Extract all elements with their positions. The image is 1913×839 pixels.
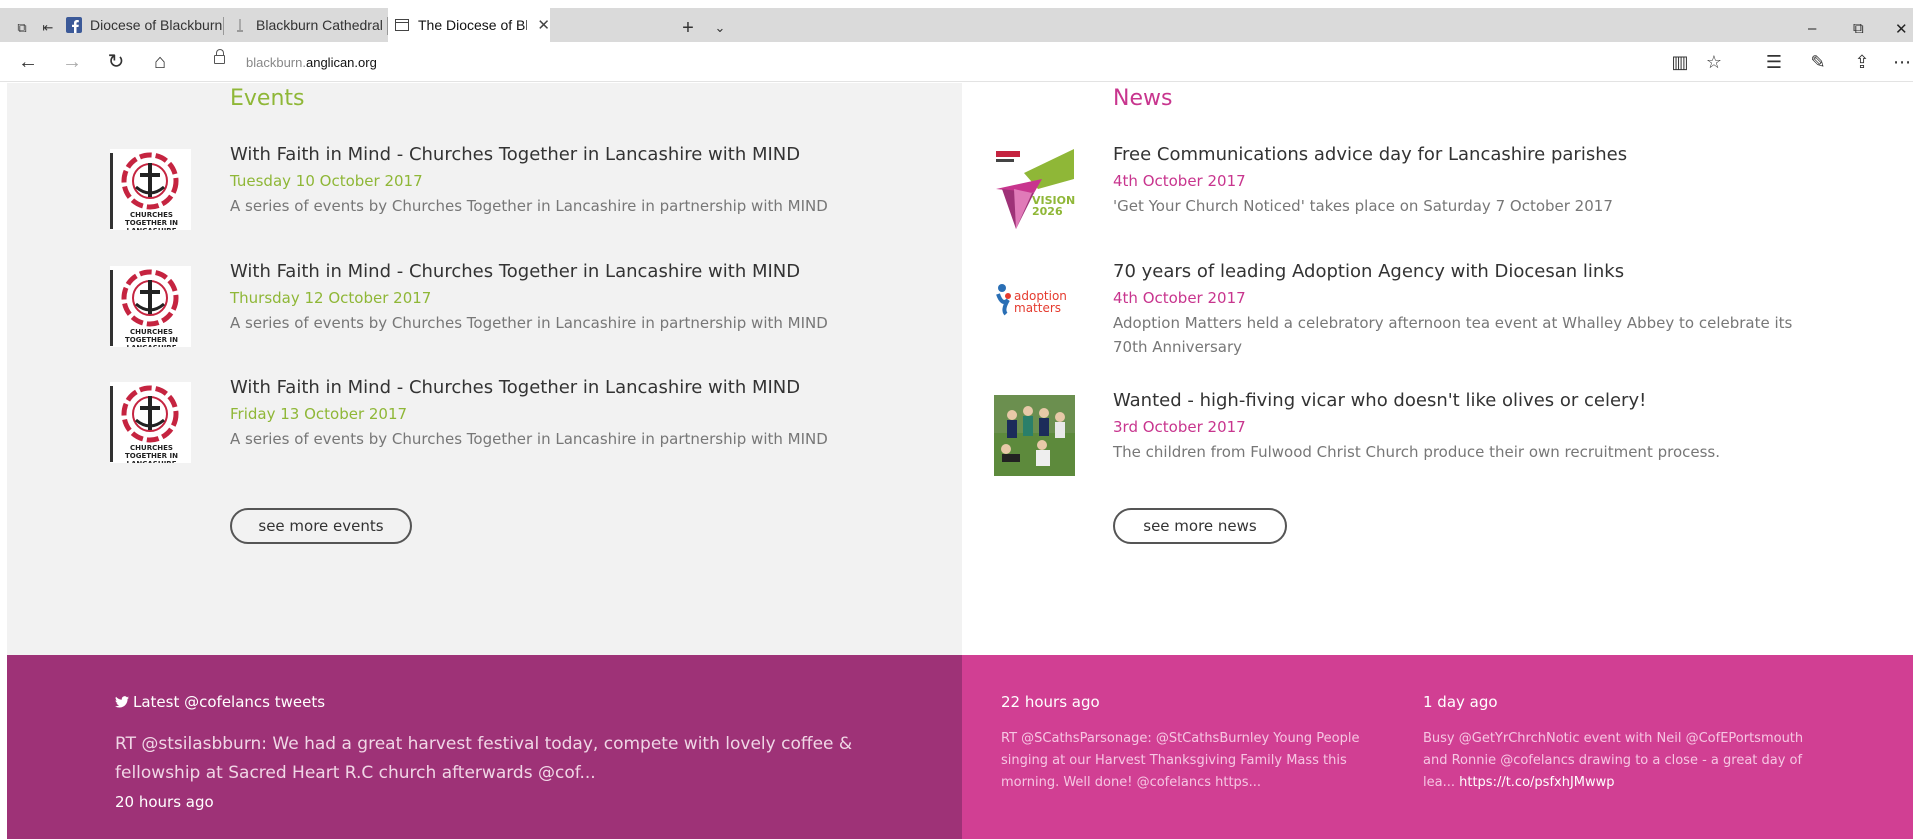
pen-icon[interactable]: ✎ [1806, 50, 1830, 74]
minimize-icon[interactable]: – [1808, 20, 1816, 37]
tweet-text: RT @SCathsParsonage: @StCathsBurnley You… [1001, 728, 1401, 794]
news-desc: Adoption Matters held a celebratory afte… [1113, 314, 1793, 356]
news-heading: News [1113, 86, 1173, 111]
tweet-time: 20 hours ago [115, 793, 214, 811]
event-title[interactable]: With Faith in Mind - Churches Together i… [230, 377, 800, 398]
tab-diocese-blackburn[interactable]: The Diocese of Blackburn ✕ [388, 8, 550, 42]
news-title[interactable]: 70 years of leading Adoption Agency with… [1113, 261, 1624, 282]
see-more-events-button[interactable]: see more events [230, 508, 412, 544]
event-date: Thursday 12 October 2017 [230, 289, 432, 307]
chevron-down-icon[interactable]: ⌄ [710, 20, 730, 36]
tweet-time: 22 hours ago [1001, 693, 1100, 711]
event-desc: A series of events by Churches Together … [230, 430, 828, 448]
tab-diocese-vision[interactable]: Diocese of Blackburn Vision [64, 8, 224, 42]
refresh-icon[interactable]: ↻ [104, 50, 128, 74]
tweets-panel-right: 22 hours ago RT @SCathsParsonage: @StCat… [962, 655, 1913, 839]
news-column [962, 83, 1913, 655]
tweet-text-body: RT @SCathsParsonage: @StCathsBurnley You… [1001, 731, 1360, 790]
document-icon [395, 19, 409, 31]
tab-blackburn-cathedral[interactable]: Blackburn Cathedral | Good [228, 8, 388, 42]
ctil-logo-text: CHURCHES TOGETHER IN LANCASHIRE [125, 211, 178, 230]
news-desc: 'Get Your Church Noticed' takes place on… [1113, 197, 1613, 215]
more-icon[interactable]: ⋯ [1890, 50, 1913, 74]
tweets-panel-left: Latest @cofelancs tweets RT @stsilasbbur… [7, 655, 962, 839]
tweet-time: 1 day ago [1423, 693, 1498, 711]
adoption-logo-text: adoption matters [1014, 289, 1067, 315]
restore-icon[interactable]: ⧉ [1853, 20, 1864, 37]
home-icon[interactable]: ⌂ [148, 50, 172, 74]
tab-label: The Diocese of Blackburn [418, 17, 528, 33]
event-title[interactable]: With Faith in Mind - Churches Together i… [230, 144, 800, 165]
ctil-logo: CHURCHES TOGETHER IN LANCASHIRE [110, 382, 191, 463]
event-desc: A series of events by Churches Together … [230, 197, 828, 215]
see-more-news-button[interactable]: see more news [1113, 508, 1287, 544]
adoption-matters-logo: adoption matters [994, 266, 1075, 347]
ctil-logo-text: CHURCHES TOGETHER IN LANCASHIRE [125, 328, 178, 347]
page: Events News CHURCHES TOGETHER IN LANCASH… [7, 83, 1913, 839]
url-field[interactable]: blackburn. anglican.org [200, 48, 1710, 76]
children-photo [994, 395, 1075, 476]
url-host: anglican.org [305, 54, 377, 70]
show-tabs-icon[interactable]: ⇤ [38, 20, 58, 36]
favorites-hub-icon[interactable]: ☰ [1762, 50, 1786, 74]
share-icon[interactable]: ⇪ [1850, 50, 1874, 74]
reading-view-icon[interactable]: ▥ [1668, 50, 1692, 74]
address-bar: ← → ↻ ⌂ blackburn. anglican.org ▥ ☆ ☰ ✎ ⇪… [0, 42, 1913, 82]
tab-label: Blackburn Cathedral | Good [256, 17, 388, 33]
url-prefix: blackburn. [246, 54, 306, 70]
tweet-text: RT @stsilasbburn: We had a great harvest… [115, 734, 853, 783]
back-icon[interactable]: ← [16, 50, 40, 74]
close-window-icon[interactable]: ✕ [1895, 20, 1908, 38]
tab-label: Diocese of Blackburn Vision [90, 17, 224, 33]
news-date: 4th October 2017 [1113, 172, 1246, 190]
tweet-link[interactable]: https://t.co/psfxhJMwwp [1459, 775, 1614, 790]
lock-icon [214, 49, 225, 64]
event-date: Tuesday 10 October 2017 [230, 172, 423, 190]
events-heading: Events [230, 86, 305, 111]
vision-logo-text: VISION 2026 [1032, 194, 1075, 218]
browser-tab-bar: ⧉ ⇤ Diocese of Blackburn Vision Blackbur… [0, 0, 1913, 42]
tab-set-aside-icon[interactable]: ⧉ [12, 20, 32, 36]
tweets-heading: Latest @cofelancs tweets [115, 693, 325, 711]
event-date: Friday 13 October 2017 [230, 405, 408, 423]
new-tab-icon[interactable]: + [678, 18, 698, 38]
forward-icon[interactable]: → [60, 50, 84, 74]
ctil-logo: CHURCHES TOGETHER IN LANCASHIRE [110, 266, 191, 347]
news-title[interactable]: Wanted - high-fiving vicar who doesn't l… [1113, 390, 1646, 411]
news-date: 3rd October 2017 [1113, 418, 1246, 436]
news-date: 4th October 2017 [1113, 289, 1246, 307]
event-desc: A series of events by Churches Together … [230, 314, 828, 332]
page-icon [237, 19, 243, 32]
twitter-icon [115, 696, 129, 708]
tweets-heading-label: Latest @cofelancs tweets [133, 693, 326, 711]
favorite-star-icon[interactable]: ☆ [1702, 50, 1726, 74]
vision-2026-logo: VISION 2026 [994, 149, 1075, 230]
ctil-logo: CHURCHES TOGETHER IN LANCASHIRE [110, 149, 191, 230]
tweet-text: Busy @GetYrChrchNotic event with Neil @C… [1423, 728, 1823, 794]
news-desc: The children from Fulwood Christ Church … [1113, 443, 1721, 461]
news-title[interactable]: Free Communications advice day for Lanca… [1113, 144, 1627, 165]
event-title[interactable]: With Faith in Mind - Churches Together i… [230, 261, 800, 282]
facebook-icon [66, 17, 82, 33]
close-tab-icon[interactable]: ✕ [537, 16, 550, 34]
ctil-logo-text: CHURCHES TOGETHER IN LANCASHIRE [125, 444, 178, 463]
